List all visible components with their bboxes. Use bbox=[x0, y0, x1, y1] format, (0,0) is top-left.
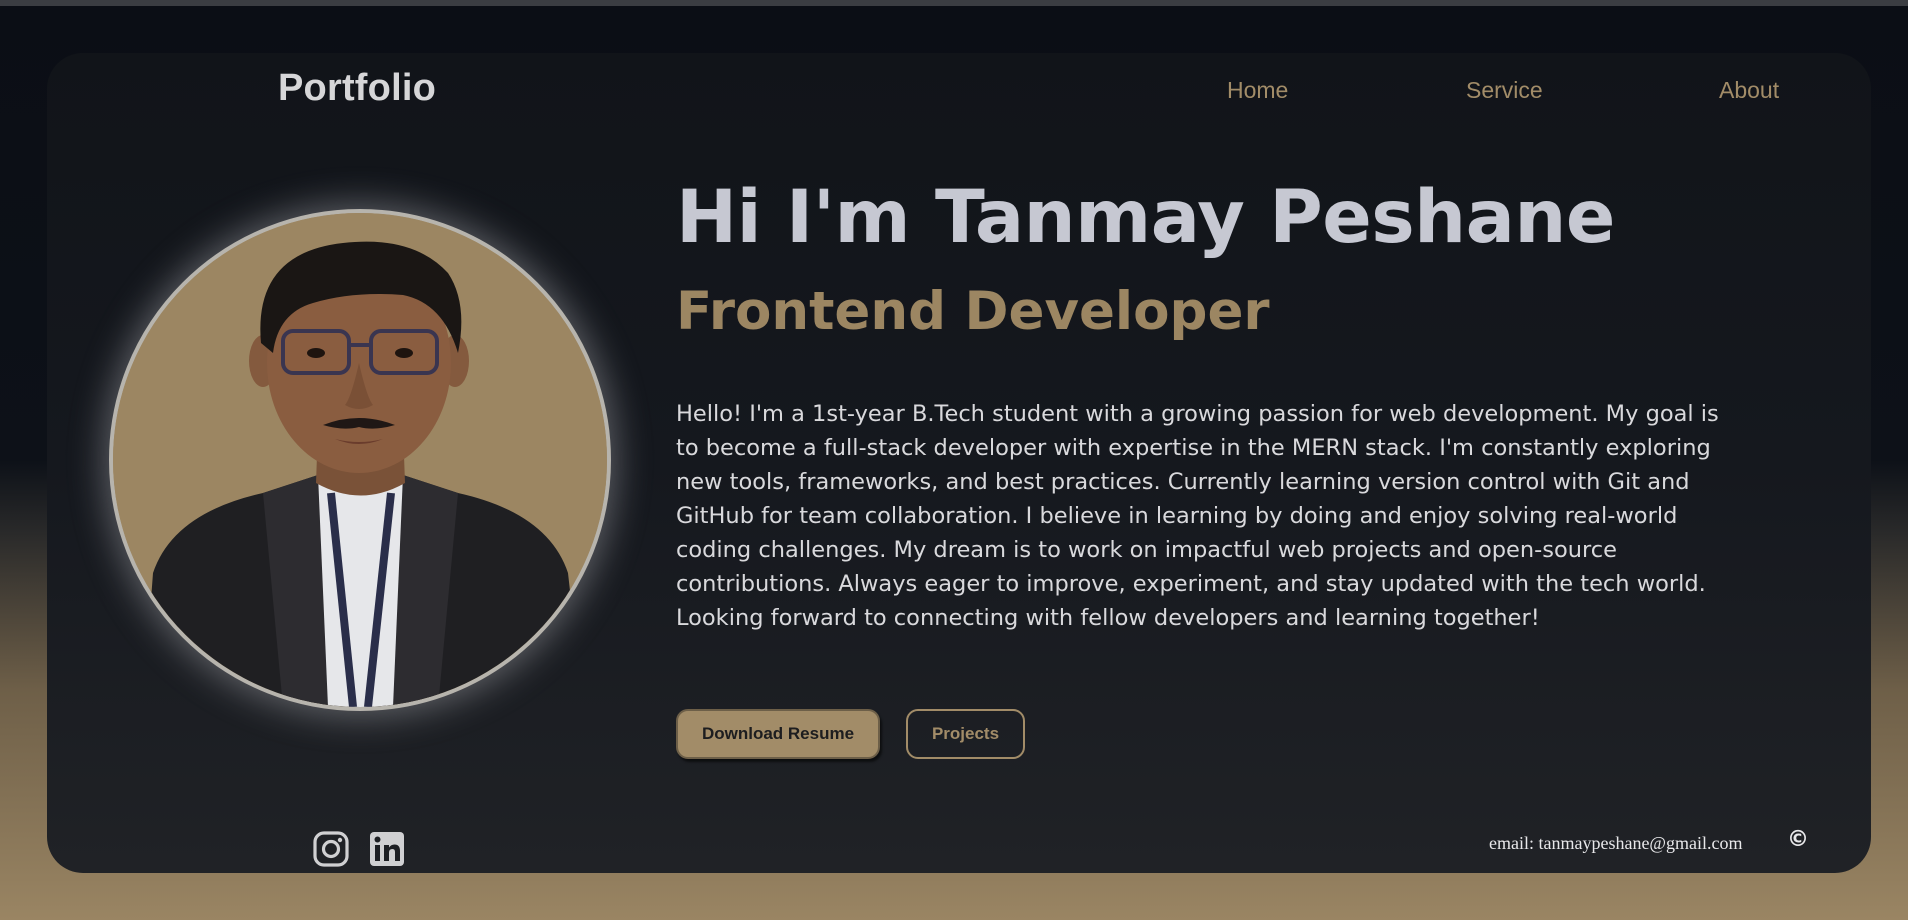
profile-photo-illustration bbox=[113, 213, 607, 707]
instagram-icon bbox=[313, 831, 349, 867]
linkedin-link[interactable] bbox=[369, 831, 405, 871]
projects-button[interactable]: Projects bbox=[906, 709, 1025, 759]
nav-about[interactable]: About bbox=[1719, 77, 1779, 104]
nav-home[interactable]: Home bbox=[1227, 77, 1288, 104]
hero-greeting: Hi I'm Tanmay Peshane bbox=[676, 175, 1615, 260]
browser-top-strip bbox=[0, 0, 1908, 6]
main-nav: Home Service About bbox=[47, 65, 1871, 105]
hero-role: Frontend Developer bbox=[676, 281, 1270, 342]
footer-email: email: tanmaypeshane@gmail.com bbox=[1489, 833, 1743, 853]
profile-photo bbox=[109, 209, 611, 711]
instagram-link[interactable] bbox=[313, 831, 349, 871]
linkedin-icon bbox=[370, 832, 404, 866]
portfolio-card: Portfolio Home Service About Hi I'm Tanm… bbox=[47, 53, 1871, 873]
copyright-icon: © bbox=[1787, 827, 1809, 852]
download-resume-button[interactable]: Download Resume bbox=[676, 709, 880, 759]
hero-bio: Hello! I'm a 1st-year B.Tech student wit… bbox=[676, 401, 1719, 631]
nav-service[interactable]: Service bbox=[1466, 77, 1543, 104]
